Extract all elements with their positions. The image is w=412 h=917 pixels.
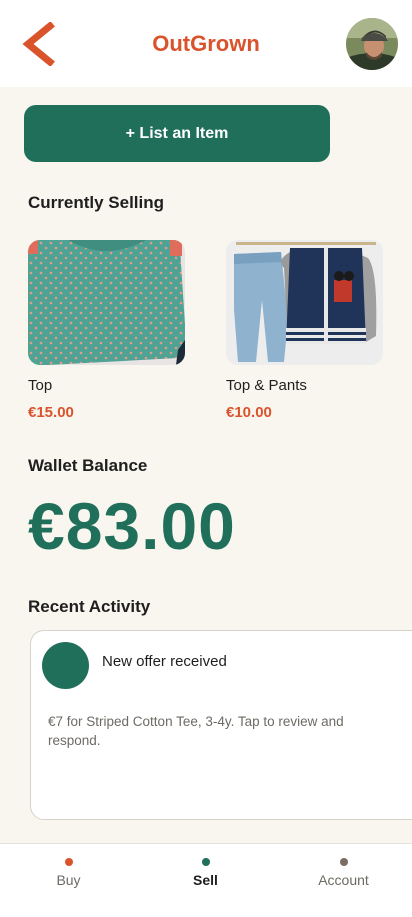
listing-price: €10.00 xyxy=(226,404,272,421)
nav-label: Buy xyxy=(56,872,81,888)
bottom-nav: Buy Sell Account xyxy=(0,843,412,917)
nav-label: Sell xyxy=(193,872,218,888)
wallet-balance-amount: €83.00 xyxy=(28,489,236,563)
listing-name: Top xyxy=(28,377,53,394)
wallet-balance-heading: Wallet Balance xyxy=(28,456,148,475)
app-header: OutGrown xyxy=(0,0,412,87)
nav-item-sell[interactable]: Sell xyxy=(137,844,274,917)
recent-activity-heading: Recent Activity xyxy=(28,597,151,616)
listing-card[interactable]: Top & Pants €10.00 xyxy=(226,240,383,421)
nav-label: Account xyxy=(318,872,369,888)
nav-item-buy[interactable]: Buy xyxy=(0,844,137,917)
list-item-button[interactable]: + List an Item xyxy=(24,105,330,162)
activity-title: New offer received xyxy=(102,653,227,670)
nav-dot-icon xyxy=(64,858,73,866)
listing-thumbnail xyxy=(28,240,185,365)
nav-dot-icon xyxy=(339,858,348,866)
listing-price: €15.00 xyxy=(28,404,74,421)
activity-card[interactable]: New offer received €7 for Striped Cotton… xyxy=(30,630,412,820)
listing-thumbnail xyxy=(226,240,383,365)
activity-description: €7 for Striped Cotton Tee, 3-4y. Tap to … xyxy=(48,714,344,748)
listing-name: Top & Pants xyxy=(226,377,307,394)
list-item-label: + List an Item xyxy=(125,124,229,142)
nav-item-account[interactable]: Account xyxy=(275,844,412,917)
nav-dot-icon xyxy=(201,858,210,866)
activity-indicator-icon xyxy=(42,642,89,689)
currently-selling-heading: Currently Selling xyxy=(28,193,165,212)
user-avatar[interactable] xyxy=(346,18,398,70)
listing-card[interactable]: Top €15.00 xyxy=(28,240,185,421)
